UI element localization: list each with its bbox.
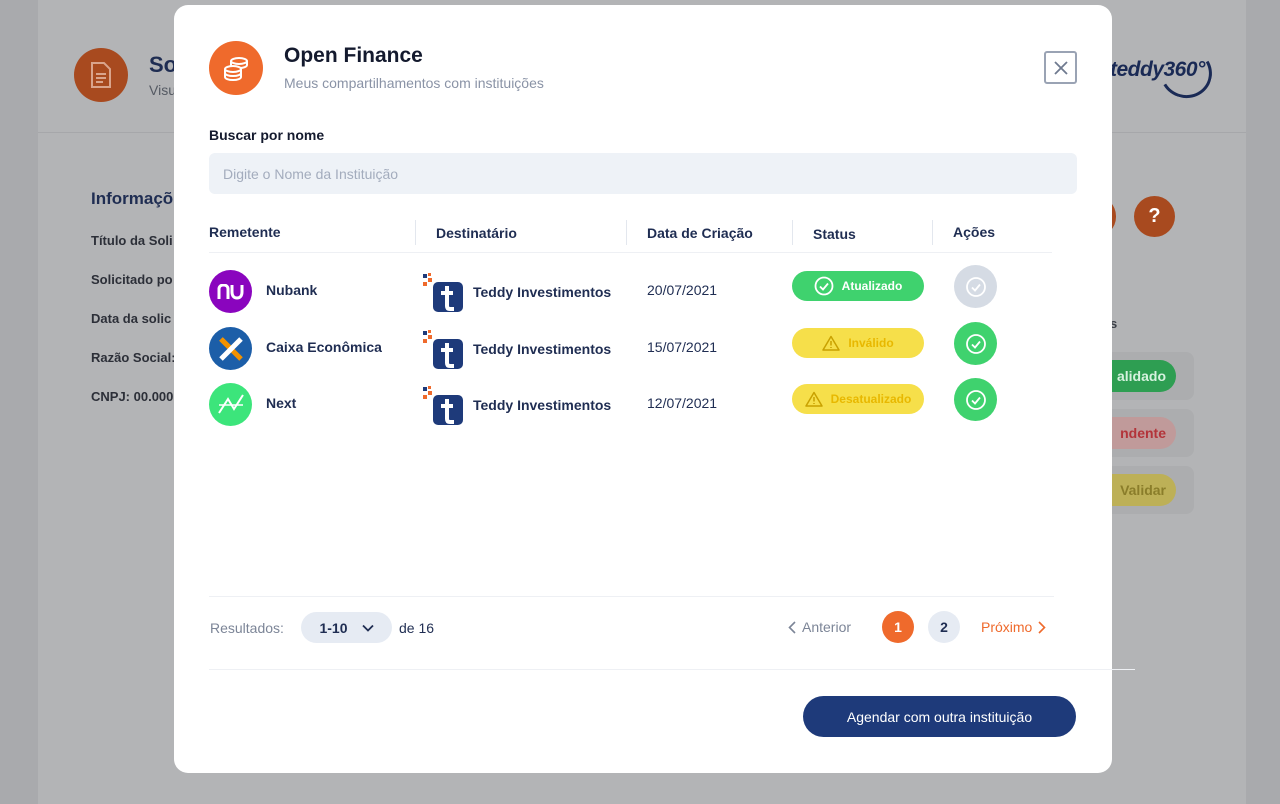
background-section-title: Informaçõ xyxy=(91,189,174,208)
previous-page-button[interactable]: Anterior xyxy=(788,619,851,635)
column-header-recipient: Destinatário xyxy=(436,225,517,241)
nubank-logo xyxy=(209,270,252,313)
search-input[interactable] xyxy=(209,153,1077,194)
page-button-current[interactable]: 1 xyxy=(882,611,914,643)
document-icon xyxy=(74,48,128,102)
results-range: 1-10 xyxy=(319,619,348,636)
check-circle-icon xyxy=(814,276,834,296)
background-title: So xyxy=(149,52,178,77)
recipient-name: Teddy Investimentos xyxy=(473,341,612,357)
coins-icon xyxy=(209,41,263,95)
background-subtitle: Visu xyxy=(149,82,176,98)
table-header-divider xyxy=(209,252,1052,253)
status-label: Atualizado xyxy=(841,279,903,293)
sender-name: Nubank xyxy=(266,282,318,298)
warning-icon xyxy=(804,391,823,407)
column-divider xyxy=(792,220,793,245)
status-label: Desatualizado xyxy=(830,392,912,406)
background-field: CNPJ: 00.000 xyxy=(91,389,174,404)
teddy-investimentos-logo xyxy=(423,386,463,425)
status-badge: Atualizado xyxy=(792,271,924,301)
status-label: Inválido xyxy=(848,336,894,350)
check-circle-icon xyxy=(965,276,986,297)
status-badge: Desatualizado xyxy=(792,384,924,414)
logo-swoosh xyxy=(1154,42,1218,104)
column-header-actions: Ações xyxy=(953,224,996,240)
open-finance-modal: Open Finance Meus compartilhamentos com … xyxy=(174,5,1135,773)
chevron-down-icon xyxy=(361,624,374,632)
modal-subtitle: Meus compartilhamentos com instituições xyxy=(284,75,544,91)
caixa-logo xyxy=(209,327,252,370)
table-row: Nubank Teddy Investimentos 20/07/2021 At… xyxy=(174,265,1112,316)
column-header-date: Data de Criação xyxy=(647,225,753,241)
creation-date: 20/07/2021 xyxy=(647,282,718,298)
column-divider xyxy=(932,220,933,245)
action-button[interactable] xyxy=(954,265,997,308)
modal-title: Open Finance xyxy=(284,44,423,67)
background-field: Data da solic xyxy=(91,311,172,326)
action-button[interactable] xyxy=(954,322,997,365)
next-page-label: Próximo xyxy=(981,619,1033,635)
creation-date: 12/07/2021 xyxy=(647,395,718,411)
status-badge: Inválido xyxy=(792,328,924,358)
column-header-status: Status xyxy=(813,226,856,242)
help-button: ? xyxy=(1134,196,1175,237)
background-field: Solicitado po xyxy=(91,272,173,287)
background-field: Título da Soli xyxy=(91,233,173,248)
table-row: Next Teddy Investimentos 12/07/2021 Desa… xyxy=(174,378,1112,429)
previous-page-label: Anterior xyxy=(802,619,852,635)
chevron-right-icon xyxy=(1038,620,1046,634)
background-field: Razão Social: xyxy=(91,350,176,365)
next-page-button[interactable]: Próximo xyxy=(981,619,1046,635)
results-per-page-select[interactable]: 1-10 xyxy=(301,612,392,643)
teddy-investimentos-logo xyxy=(423,273,463,312)
close-icon xyxy=(1053,60,1068,75)
column-header-sender: Remetente xyxy=(209,224,281,240)
recipient-name: Teddy Investimentos xyxy=(473,284,612,300)
schedule-other-institution-button[interactable]: Agendar com outra instituição xyxy=(803,696,1076,737)
next-logo xyxy=(209,383,252,426)
chevron-left-icon xyxy=(788,620,796,634)
sender-name: Caixa Econômica xyxy=(266,339,382,355)
results-total: de 16 xyxy=(399,620,435,636)
table-row: Caixa Econômica Teddy Investimentos 15/0… xyxy=(174,322,1112,373)
footer-divider xyxy=(209,669,1135,670)
creation-date: 15/07/2021 xyxy=(647,339,718,355)
teddy-investimentos-logo xyxy=(423,330,463,369)
footer-divider xyxy=(209,596,1054,597)
action-button[interactable] xyxy=(954,378,997,421)
recipient-name: Teddy Investimentos xyxy=(473,397,612,413)
search-label: Buscar por nome xyxy=(209,127,325,143)
column-divider xyxy=(626,220,627,245)
sender-name: Next xyxy=(266,395,297,411)
warning-icon xyxy=(822,335,841,351)
results-label: Resultados: xyxy=(210,620,284,636)
check-circle-icon xyxy=(965,389,986,410)
page-button[interactable]: 2 xyxy=(928,611,960,643)
close-button[interactable] xyxy=(1044,51,1077,84)
check-circle-icon xyxy=(965,333,986,354)
column-divider xyxy=(415,220,416,245)
